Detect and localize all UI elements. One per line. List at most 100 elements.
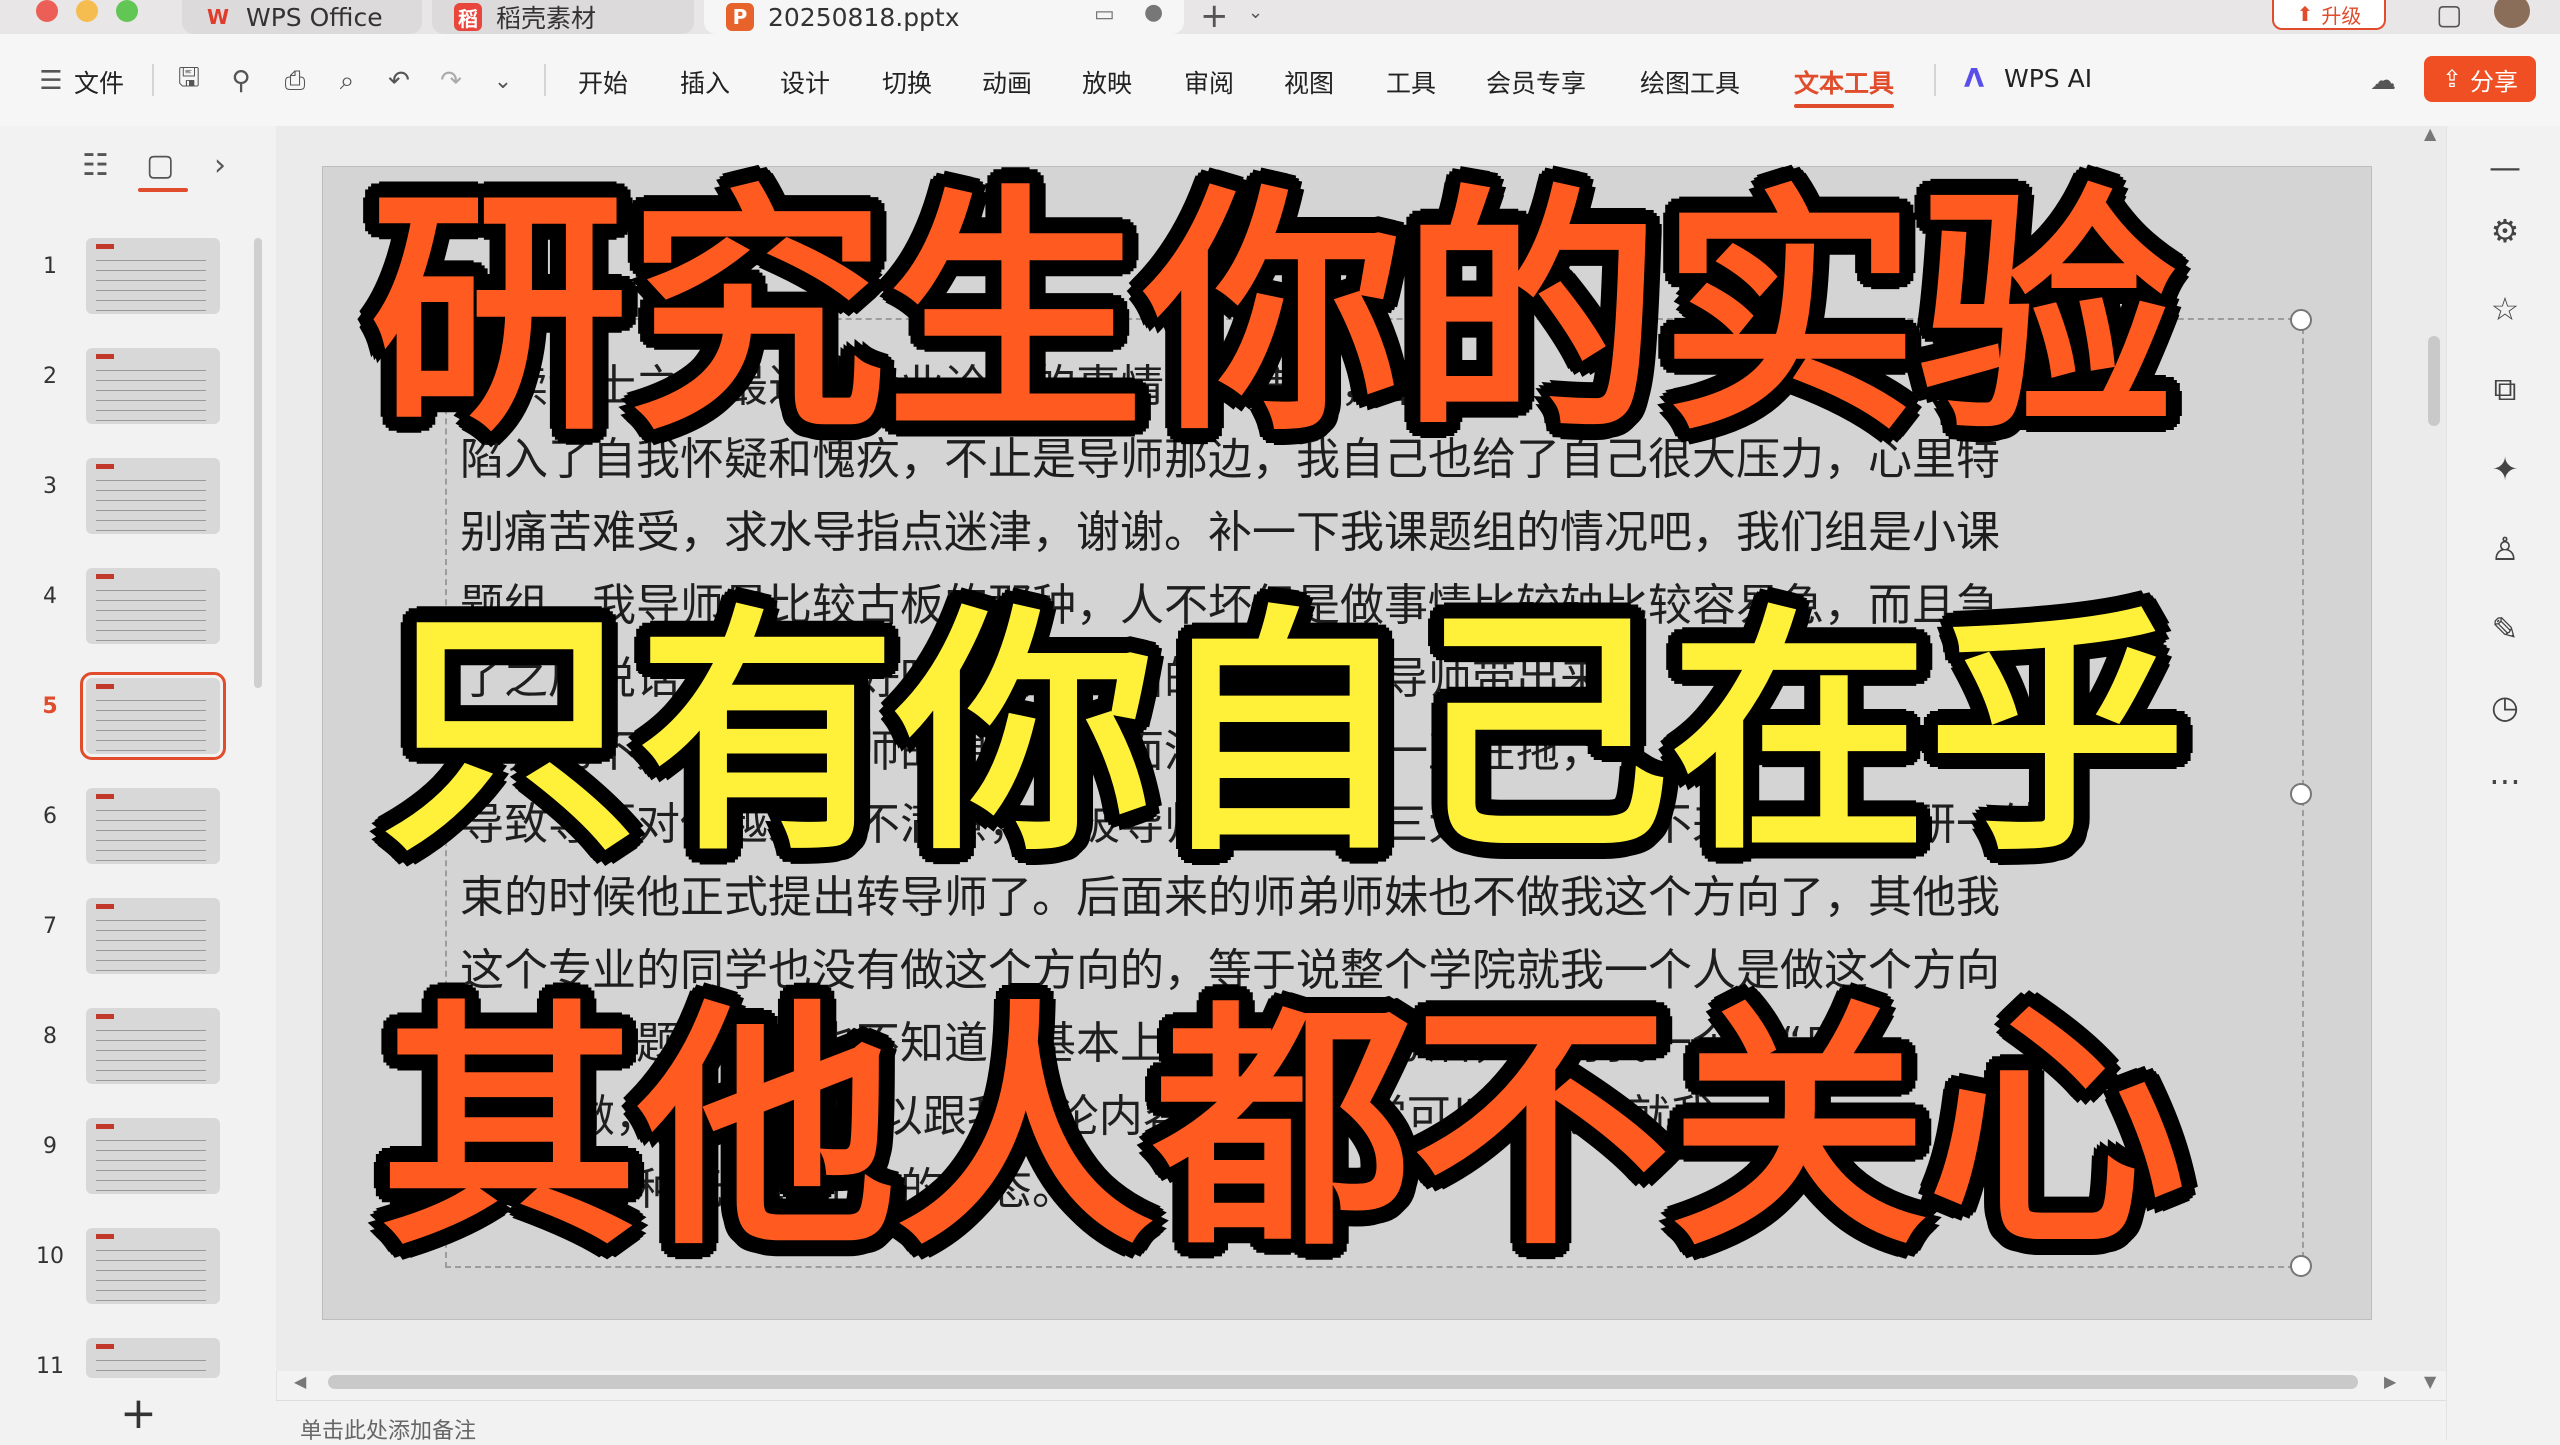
chevron-right-icon[interactable]: › (214, 148, 226, 183)
slide-thumbnail[interactable] (86, 238, 220, 314)
maximize-window-button[interactable] (116, 0, 138, 22)
scroll-up-arrow-icon[interactable]: ▲ (2424, 124, 2436, 143)
menu-slideshow[interactable]: 放映 (1082, 64, 1132, 100)
more-icon[interactable]: ⋯ (2487, 762, 2523, 800)
menu-text-tools[interactable]: 文本工具 (1794, 64, 1895, 108)
vertical-scrollbar[interactable] (2428, 336, 2440, 426)
slide-thumbnail[interactable] (86, 458, 220, 534)
window-layout-icon[interactable]: ▢ (2436, 0, 2462, 31)
cloud-upload-icon[interactable]: ☁ (2366, 64, 2400, 98)
tab-wps-office[interactable]: W WPS Office (182, 0, 422, 34)
thumbnail-row[interactable]: 7 (0, 898, 240, 982)
history-icon[interactable]: ◷ (2487, 688, 2523, 726)
tab-presentation-file[interactable]: P 20250818.pptx ▭ ● (704, 0, 1184, 34)
thumbnail-row[interactable]: 6 (0, 788, 240, 872)
slide-thumbnail[interactable] (86, 348, 220, 424)
tab-label: WPS Office (246, 2, 383, 32)
slide-number: 1 (43, 254, 57, 279)
notes-placeholder: 单击此处添加备注 (300, 1419, 477, 1444)
scroll-down-arrow-icon[interactable]: ▼ (2424, 1372, 2436, 1391)
collapse-panel-icon[interactable]: — (2487, 148, 2523, 186)
new-tab-icon[interactable]: + (1200, 0, 1229, 36)
active-view-indicator (138, 188, 188, 192)
transform-icon[interactable]: ⧉ (2487, 370, 2523, 409)
tab-bar: W WPS Office 稻 稻壳素材 P 20250818.pptx ▭ ● … (0, 0, 2560, 36)
slide-thumbnail[interactable] (86, 1118, 220, 1194)
menu-insert[interactable]: 插入 (680, 64, 730, 100)
close-window-button[interactable] (36, 0, 58, 22)
scroll-left-arrow-icon[interactable]: ◀ (294, 1372, 306, 1391)
slide-thumbnail[interactable] (86, 788, 220, 864)
overlay-caption-line-1: 研究生你的实验 (370, 165, 2176, 465)
wps-logo-icon: W (206, 5, 230, 29)
menu-transition[interactable]: 切换 (882, 64, 932, 100)
slide-number: 9 (43, 1134, 57, 1159)
thumbnail-row[interactable]: 1 (0, 238, 240, 322)
hamburger-icon[interactable]: ☰ (34, 64, 68, 98)
slide-number: 2 (43, 364, 57, 389)
menu-design[interactable]: 设计 (780, 64, 830, 100)
shirt-icon[interactable]: ♙ (2487, 530, 2523, 568)
slide-number: 8 (43, 1024, 57, 1049)
thumbnail-row-selected[interactable]: 5 (0, 672, 240, 762)
menu-home[interactable]: 开始 (578, 64, 628, 100)
thumbnail-row[interactable]: 3 (0, 458, 240, 542)
slide-view-icon[interactable]: ▢ (146, 148, 174, 183)
body-line: 别痛苦难受，求水导指点迷津，谢谢。补一下我课题组的情况吧，我们组是小课 (460, 507, 2000, 558)
presentation-file-icon: P (726, 3, 754, 31)
tab-docer[interactable]: 稻 稻壳素材 (432, 0, 694, 34)
monitor-icon[interactable]: ▭ (1094, 2, 1115, 27)
slide-number: 6 (43, 804, 57, 829)
menu-drawing-tools[interactable]: 绘图工具 (1640, 64, 1740, 100)
menu-wps-ai[interactable]: WPS AI (2004, 64, 2092, 93)
slide-thumbnail[interactable] (86, 568, 220, 644)
star-icon[interactable]: ☆ (2487, 290, 2523, 328)
slide-number: 3 (43, 474, 57, 499)
thumbnail-row[interactable]: 10 (0, 1228, 240, 1312)
arrow-up-icon: ⬆ (2296, 2, 2314, 26)
slide-thumbnail[interactable] (86, 898, 220, 974)
avatar[interactable] (2494, 0, 2530, 28)
menu-review[interactable]: 审阅 (1184, 64, 1234, 100)
palette-icon[interactable]: ✎ (2487, 610, 2523, 648)
share-button[interactable]: ⇪ 分享 (2424, 56, 2536, 102)
thumbnail-scrollbar[interactable] (254, 238, 262, 688)
slide-thumbnail-selected[interactable] (80, 672, 226, 760)
outline-view-icon[interactable]: ☷ (82, 148, 109, 183)
menu-animation[interactable]: 动画 (982, 64, 1032, 100)
upgrade-label: 升级 (2321, 3, 2362, 28)
slide-number: 11 (36, 1354, 64, 1378)
adjust-settings-icon[interactable]: ⚙ (2487, 212, 2523, 250)
thumbnail-row[interactable]: 8 (0, 1008, 240, 1092)
minimize-window-button[interactable] (76, 0, 98, 22)
print-preview-icon[interactable]: ⌕ (330, 64, 364, 98)
redo-icon[interactable]: ↷ (434, 64, 468, 98)
magic-wand-icon[interactable]: ✦ (2487, 450, 2523, 488)
add-slide-icon[interactable]: + (120, 1388, 157, 1439)
thumbnail-row[interactable]: 2 (0, 348, 240, 432)
save-icon[interactable]: 🖫 (172, 63, 206, 98)
thumbnail-row[interactable]: 4 (0, 568, 240, 652)
menu-view[interactable]: 视图 (1284, 64, 1334, 100)
format-painter-icon[interactable]: ⚲ (224, 64, 258, 98)
slide-thumbnail[interactable] (86, 1338, 220, 1378)
undo-icon[interactable]: ↶ (382, 64, 416, 98)
slide-thumbnail[interactable] (86, 1008, 220, 1084)
chevron-down-icon[interactable]: ⌄ (1248, 2, 1263, 23)
thumbnail-row[interactable]: 9 (0, 1118, 240, 1202)
resize-handle[interactable] (2290, 1255, 2312, 1277)
resize-handle[interactable] (2290, 309, 2312, 331)
thumbnail-row[interactable]: 11 (0, 1338, 240, 1378)
scroll-right-arrow-icon[interactable]: ▶ (2384, 1372, 2396, 1391)
menu-member[interactable]: 会员专享 (1486, 64, 1586, 100)
upgrade-button[interactable]: ⬆ 升级 (2272, 0, 2386, 30)
menu-tools[interactable]: 工具 (1386, 64, 1436, 100)
print-icon[interactable]: ⎙ (278, 64, 312, 98)
notes-area[interactable]: 单击此处添加备注 (276, 1400, 2446, 1444)
chevron-down-icon[interactable]: ⌄ (486, 64, 520, 98)
horizontal-scrollbar[interactable] (328, 1375, 2358, 1389)
overlay-caption-line-2: 只有你自己在乎 (380, 585, 2186, 885)
slide-thumbnail[interactable] (86, 1228, 220, 1304)
menu-file[interactable]: 文件 (74, 64, 124, 100)
resize-handle[interactable] (2290, 783, 2312, 805)
